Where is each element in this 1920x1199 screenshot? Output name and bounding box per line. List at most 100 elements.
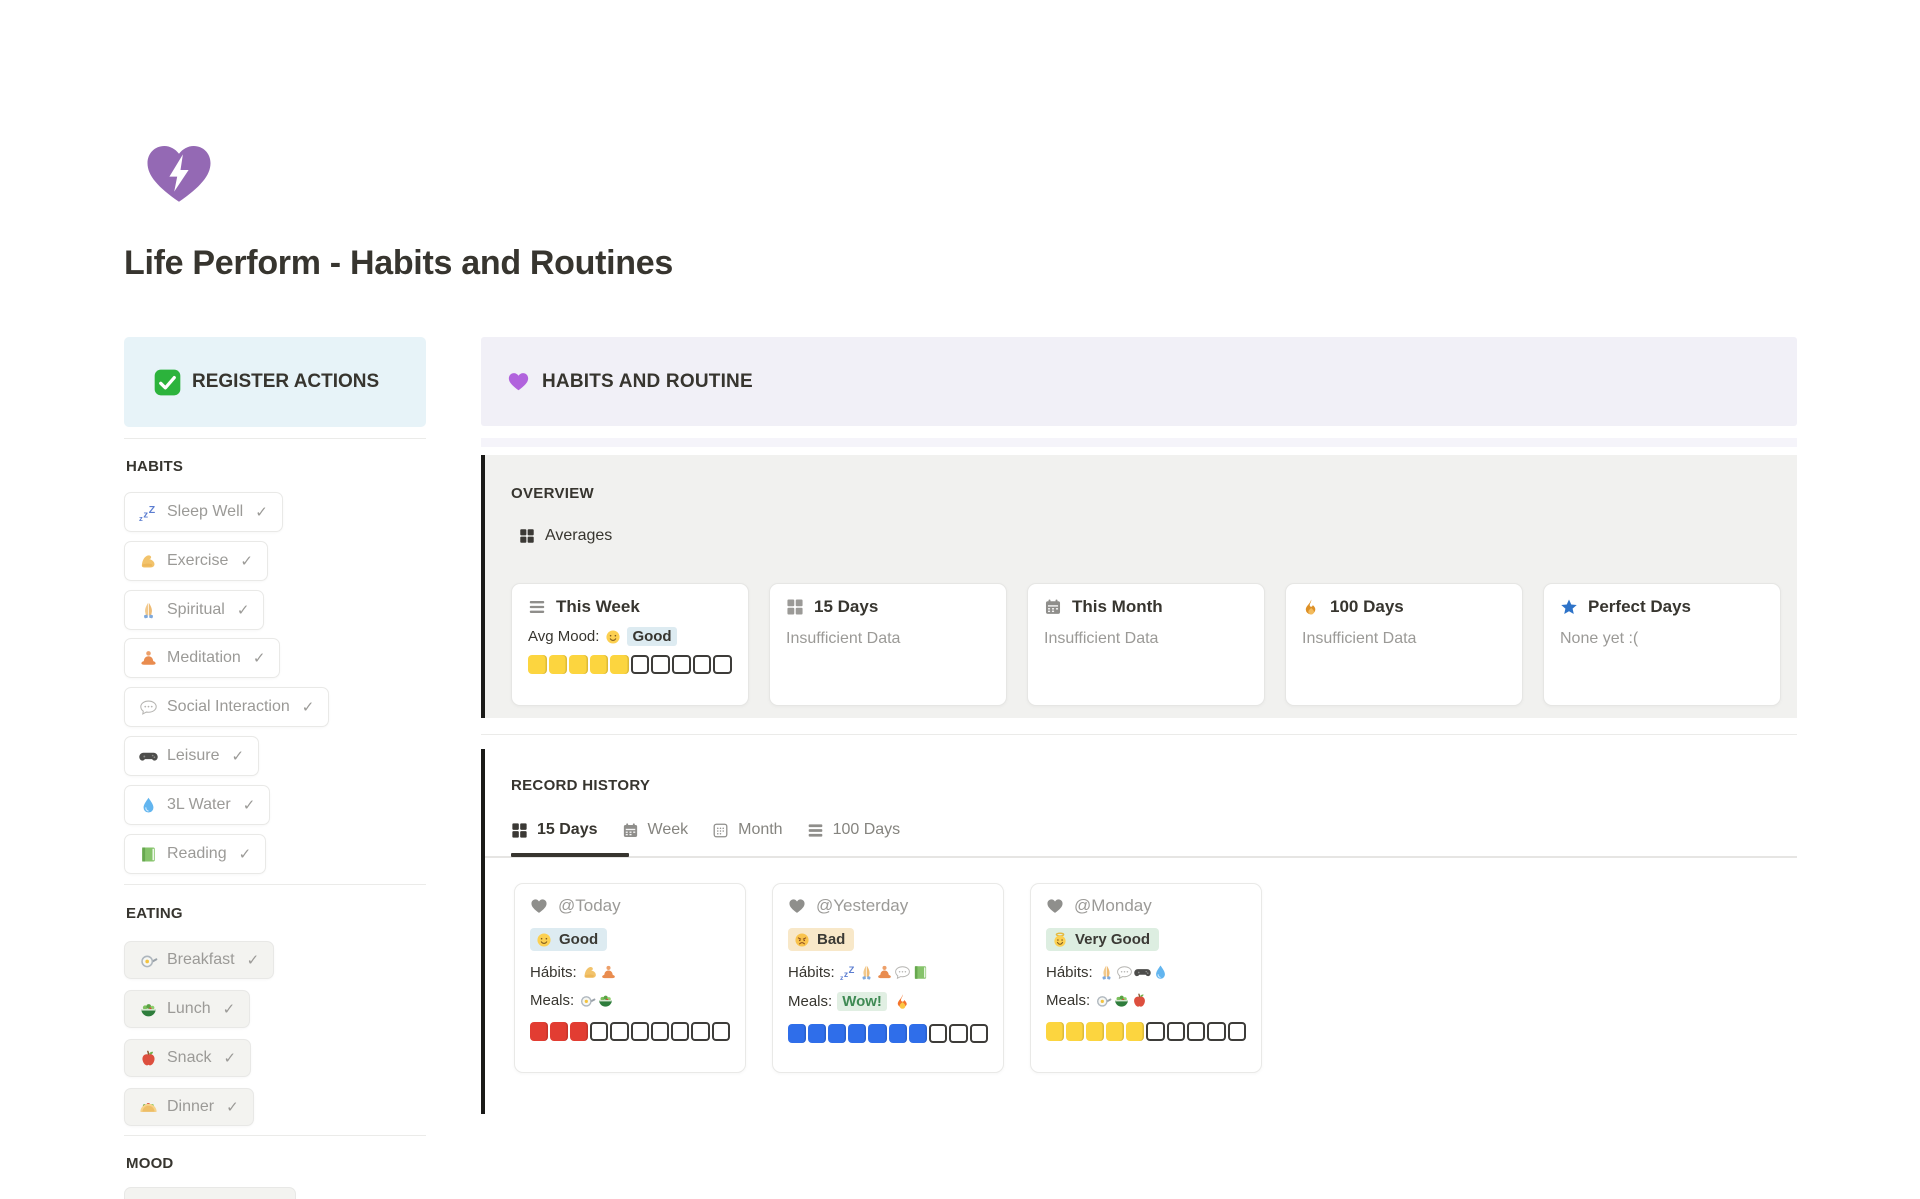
overview-card-perfect-days[interactable]: Perfect Days None yet :( [1543, 583, 1781, 706]
salad-icon [597, 992, 614, 1009]
droplet-icon [1152, 964, 1169, 981]
frying-pan-icon [139, 951, 158, 970]
apple-icon [1131, 992, 1148, 1009]
pray-icon [858, 964, 875, 981]
tab-label: Month [738, 821, 782, 839]
card-title: 100 Days [1330, 597, 1404, 617]
avg-mood-value: Good [627, 627, 676, 646]
meals-row: Meals: [1046, 992, 1246, 1009]
star-icon [1560, 598, 1578, 616]
record-history-section: RECORD HISTORY 15 Days Week Month 100 Da… [481, 749, 1797, 1114]
history-card-today[interactable]: @Today Good Hábits: Meals: [514, 883, 746, 1073]
svg-text:z: z [143, 509, 148, 520]
notion-page: { "page": { "title": "Life Perform - Hab… [0, 0, 1920, 1199]
avg-mood-line: Avg Mood: Good [528, 627, 732, 646]
record-history-heading: RECORD HISTORY [511, 777, 650, 794]
calendar-icon [622, 822, 639, 839]
bar-segment [1046, 1022, 1064, 1041]
meals-row-label: Meals: [1046, 992, 1090, 1009]
svg-text:Z: Z [848, 964, 854, 974]
controller-icon [1134, 964, 1151, 981]
eating-label: Snack [167, 1049, 211, 1067]
purple-heart-icon [507, 370, 530, 393]
smiley-icon [536, 932, 552, 948]
calendar-dots-icon [712, 822, 729, 839]
habit-button-social-interaction[interactable]: Social Interaction ✓ [124, 687, 329, 727]
bar-segment [590, 1022, 608, 1041]
bar-segment [672, 655, 691, 674]
habit-button-sleep-well[interactable]: zzZ Sleep Well ✓ [124, 492, 283, 532]
mood-badge: Good [530, 928, 607, 951]
pray-icon [1098, 964, 1115, 981]
eating-section-heading: EATING [126, 905, 183, 922]
bar-segment [1106, 1022, 1124, 1041]
eating-label: Breakfast [167, 951, 235, 969]
check-mark: ✓ [239, 845, 252, 863]
meals-row: Meals: [530, 992, 730, 1009]
mood-section-heading: MOOD [126, 1155, 173, 1172]
flame-icon [1302, 598, 1320, 616]
meals-wow-badge: Wow! [837, 992, 887, 1011]
mood-button-partial[interactable] [124, 1187, 296, 1199]
habit-button-spiritual[interactable]: Spiritual ✓ [124, 590, 264, 630]
bar-segment [868, 1024, 886, 1043]
page-logo-heart-lightning-icon [141, 137, 217, 209]
overview-heading: OVERVIEW [511, 485, 594, 502]
tab-100-days[interactable]: 100 Days [807, 821, 901, 839]
eating-button-dinner[interactable]: Dinner ✓ [124, 1088, 254, 1126]
habit-label: Leisure [167, 747, 219, 765]
eating-button-lunch[interactable]: Lunch ✓ [124, 990, 250, 1028]
meditate-icon [600, 964, 617, 981]
tab-week[interactable]: Week [622, 821, 689, 839]
habit-button-meditation[interactable]: Meditation ✓ [124, 638, 280, 678]
tab-15-days[interactable]: 15 Days [511, 821, 598, 839]
overview-cards: This Week Avg Mood: Good 15 Days Insuffi… [511, 583, 1781, 706]
tab-month[interactable]: Month [712, 821, 782, 839]
check-mark: ✓ [226, 1098, 239, 1116]
overview-card-this-week[interactable]: This Week Avg Mood: Good [511, 583, 749, 706]
card-body: Insufficient Data [1302, 630, 1506, 648]
eating-button-snack[interactable]: Snack ✓ [124, 1039, 251, 1077]
habits-row: Hábits: [530, 964, 730, 981]
check-mark: ✓ [255, 503, 268, 521]
habit-label: Exercise [167, 552, 228, 570]
overview-card-100-days[interactable]: 100 Days Insufficient Data [1285, 583, 1523, 706]
overview-card-this-month[interactable]: This Month Insufficient Data [1027, 583, 1265, 706]
habit-button-leisure[interactable]: Leisure ✓ [124, 736, 259, 776]
bar-segment [970, 1024, 988, 1043]
averages-row[interactable]: Averages [519, 527, 612, 545]
history-card-title: @Monday [1074, 896, 1152, 916]
history-card-title: @Yesterday [816, 896, 908, 916]
check-mark: ✓ [253, 649, 266, 667]
progress-bar [1046, 1022, 1246, 1041]
habit-button-reading[interactable]: Reading ✓ [124, 834, 266, 874]
card-body: Insufficient Data [786, 630, 990, 648]
history-cards: @Today Good Hábits: Meals: @Yesterday [514, 883, 1262, 1073]
pan-icon [579, 992, 596, 1009]
green-check-icon [154, 369, 181, 396]
history-card-yesterday[interactable]: @Yesterday Bad Hábits: zzZ Meals: Wow! [772, 883, 1004, 1073]
eating-button-breakfast[interactable]: Breakfast ✓ [124, 941, 274, 979]
calendar-icon [1044, 598, 1062, 616]
bar-segment [1167, 1022, 1185, 1041]
bar-segment [889, 1024, 907, 1043]
history-card-monday[interactable]: @Monday Very Good Hábits: Meals: [1030, 883, 1262, 1073]
bar-segment [550, 1022, 568, 1041]
smiley-icon [605, 629, 621, 645]
habit-label: Meditation [167, 649, 241, 667]
svg-text:z: z [139, 514, 143, 522]
bar-segment [570, 1022, 588, 1041]
habit-button-3l-water[interactable]: 3L Water ✓ [124, 785, 270, 825]
habit-button-exercise[interactable]: Exercise ✓ [124, 541, 268, 581]
register-actions-button[interactable]: REGISTER ACTIONS [124, 337, 426, 427]
sidebar-divider [124, 1135, 426, 1136]
card-body: Insufficient Data [1044, 630, 1248, 648]
green-book-icon [139, 845, 158, 864]
bar-segment [631, 655, 650, 674]
bar-segment [909, 1024, 927, 1043]
apple-icon [139, 1049, 158, 1068]
eating-label: Lunch [167, 1000, 211, 1018]
overview-card-15-days[interactable]: 15 Days Insufficient Data [769, 583, 1007, 706]
banner-strip [481, 438, 1797, 447]
progress-bar [788, 1024, 988, 1043]
